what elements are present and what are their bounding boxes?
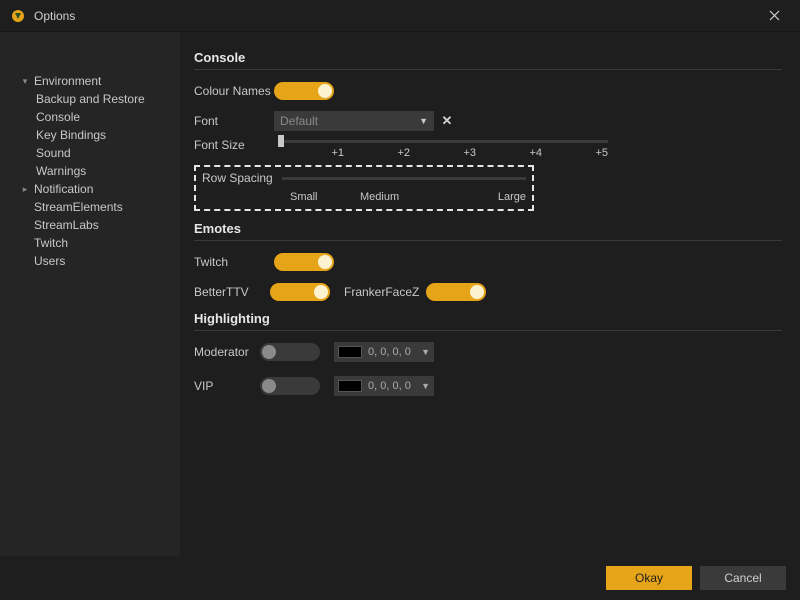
color-swatch-icon [338, 380, 362, 392]
font-label: Font [194, 114, 274, 128]
emotes-betterttv-label: BetterTTV [194, 285, 270, 299]
font-clear-button[interactable]: ✕ [438, 112, 456, 130]
divider [194, 240, 782, 241]
sidebar-item-warnings[interactable]: Warnings [0, 162, 180, 180]
moderator-label: Moderator [194, 345, 260, 359]
vip-color-picker[interactable]: 0, 0, 0, 0 ▼ [334, 376, 434, 396]
section-title-console: Console [194, 50, 782, 65]
font-size-ticks: +1 +2 +3 +4 +5 [278, 147, 608, 159]
sidebar-item-twitch[interactable]: Twitch [0, 234, 180, 252]
app-icon [10, 8, 26, 24]
font-select[interactable]: Default ▼ [274, 111, 434, 131]
row-spacing-slider[interactable] [282, 177, 526, 180]
divider [194, 330, 782, 331]
sidebar: ▾Environment Backup and Restore Console … [0, 32, 180, 556]
font-size-slider[interactable] [278, 140, 608, 143]
section-title-emotes: Emotes [194, 221, 782, 236]
vip-label: VIP [194, 379, 260, 393]
close-button[interactable] [758, 0, 790, 32]
window-title: Options [34, 9, 758, 23]
moderator-toggle[interactable] [260, 343, 320, 361]
emotes-ffz-label: FrankerFaceZ [344, 285, 426, 299]
sidebar-item-streamelements[interactable]: StreamElements [0, 198, 180, 216]
row-spacing-label: Row Spacing [202, 171, 282, 185]
moderator-color-picker[interactable]: 0, 0, 0, 0 ▼ [334, 342, 434, 362]
sidebar-item-environment[interactable]: ▾Environment [0, 72, 180, 90]
sidebar-item-sound[interactable]: Sound [0, 144, 180, 162]
titlebar: Options [0, 0, 800, 32]
sidebar-item-backup-restore[interactable]: Backup and Restore [0, 90, 180, 108]
cancel-button[interactable]: Cancel [700, 566, 786, 590]
row-spacing-highlight: Row Spacing Small Medium Large [194, 165, 534, 211]
emotes-twitch-toggle[interactable] [274, 253, 334, 271]
emotes-betterttv-toggle[interactable] [270, 283, 330, 301]
vip-toggle[interactable] [260, 377, 320, 395]
colour-names-label: Colour Names [194, 84, 274, 98]
emotes-twitch-label: Twitch [194, 255, 274, 269]
sidebar-item-console[interactable]: Console [0, 108, 180, 126]
sidebar-item-streamlabs[interactable]: StreamLabs [0, 216, 180, 234]
sidebar-item-users[interactable]: Users [0, 252, 180, 270]
caret-down-icon: ▼ [421, 347, 430, 357]
section-title-highlighting: Highlighting [194, 311, 782, 326]
chevron-down-icon: ▾ [18, 72, 32, 90]
caret-down-icon: ▼ [419, 116, 428, 126]
sidebar-item-key-bindings[interactable]: Key Bindings [0, 126, 180, 144]
font-size-label: Font Size [194, 138, 274, 152]
content-pane: Console Colour Names Font Default ▼ ✕ Fo… [180, 32, 800, 556]
divider [194, 69, 782, 70]
colour-names-toggle[interactable] [274, 82, 334, 100]
emotes-ffz-toggle[interactable] [426, 283, 486, 301]
okay-button[interactable]: Okay [606, 566, 692, 590]
footer: Okay Cancel [0, 556, 800, 600]
chevron-right-icon: ▸ [18, 180, 32, 198]
caret-down-icon: ▼ [421, 381, 430, 391]
sidebar-item-notification[interactable]: ▸Notification [0, 180, 180, 198]
color-swatch-icon [338, 346, 362, 358]
